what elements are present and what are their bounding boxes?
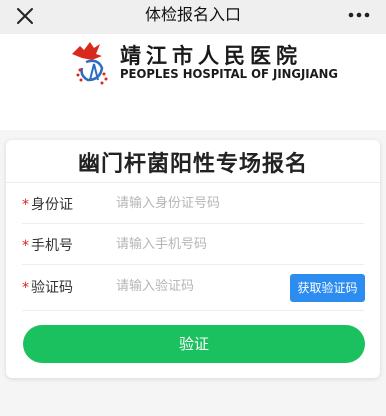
hospital-header: 靖江市人民医院 PEOPLES HOSPITAL OF JINGJIANG <box>0 34 386 130</box>
page-title: 体检报名入口 <box>144 5 241 24</box>
id-label: 身份证 <box>31 197 73 213</box>
hospital-name-en: PEOPLES HOSPITAL OF JINGJIANG <box>120 67 338 81</box>
hospital-name-cn: 靖江市人民医院 <box>120 43 302 68</box>
hospital-logo-icon <box>68 40 116 86</box>
required-mark: * <box>22 197 29 213</box>
id-number-input[interactable] <box>116 191 276 215</box>
id-row: * 身份证 <box>6 185 380 225</box>
row-divider <box>22 223 364 224</box>
registration-form: 幽门杆菌阳性专场报名 *身份证 *手机号 *验证码 获取验证码 验证 <box>6 140 380 378</box>
title-divider <box>6 182 380 183</box>
phone-label: 手机号 <box>31 238 73 254</box>
required-mark: * <box>22 280 29 296</box>
phone-input[interactable] <box>116 232 276 256</box>
row-divider <box>22 310 364 311</box>
verify-button[interactable]: 验证 <box>23 325 365 363</box>
code-label: 验证码 <box>31 280 73 296</box>
more-dots-icon[interactable] <box>346 4 372 26</box>
get-code-button[interactable]: 获取验证码 <box>290 274 365 302</box>
verification-code-input[interactable] <box>116 274 266 298</box>
top-bar: 体检报名入口 <box>0 0 386 34</box>
row-divider <box>22 264 364 265</box>
phone-row: * 手机号 <box>6 226 380 266</box>
required-mark: * <box>22 238 29 254</box>
form-title: 幽门杆菌阳性专场报名 <box>77 152 308 177</box>
